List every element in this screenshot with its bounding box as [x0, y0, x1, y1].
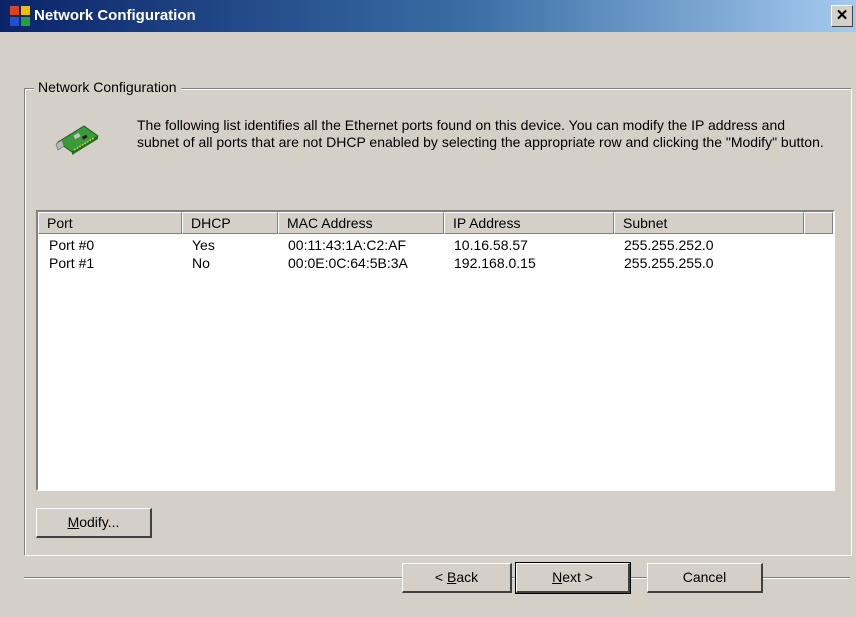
close-icon[interactable]: ✕ [831, 5, 853, 27]
title-bar[interactable]: Network Configuration ✕ [0, 0, 856, 32]
column-header-ip[interactable]: IP Address [444, 212, 614, 234]
cell-subnet: 255.255.252.0 [624, 237, 714, 253]
network-config-app-icon [10, 6, 30, 26]
ports-table[interactable]: Port DHCP MAC Address IP Address Subnet … [36, 210, 835, 491]
cell-port: Port #0 [49, 237, 95, 253]
next-button[interactable]: Next > [515, 562, 631, 594]
back-label: ack [456, 569, 479, 585]
column-header-filler [804, 212, 833, 234]
description-text: The following list identifies all the Et… [137, 117, 824, 150]
modify-mnemonic: M [67, 514, 80, 530]
cell-port: Port #1 [49, 255, 95, 271]
network-card-icon [55, 125, 99, 155]
column-header-mac[interactable]: MAC Address [278, 212, 444, 234]
cell-subnet: 255.255.255.0 [624, 255, 714, 271]
cell-ip: 192.168.0.15 [454, 255, 536, 271]
modify-label: odify... [79, 514, 120, 530]
cell-mac: 00:0E:0C:64:5B:3A [288, 255, 408, 271]
cell-mac: 00:11:43:1A:C2:AF [288, 237, 407, 253]
back-button[interactable]: < Back [402, 563, 512, 593]
back-mnemonic: B [446, 569, 457, 585]
group-legend: Network Configuration [34, 79, 181, 95]
window-title: Network Configuration [34, 7, 196, 24]
table-row[interactable]: Port #0 Yes 00:11:43:1A:C2:AF 10.16.58.5… [38, 236, 833, 254]
cell-dhcp: Yes [192, 237, 215, 253]
modify-button[interactable]: Modify... [36, 508, 152, 538]
next-label: ext > [562, 569, 593, 585]
cancel-button[interactable]: Cancel [647, 563, 763, 593]
cell-dhcp: No [192, 255, 210, 271]
cell-ip: 10.16.58.57 [454, 237, 528, 253]
back-prefix: < [434, 569, 447, 585]
next-mnemonic: N [552, 569, 563, 585]
column-header-dhcp[interactable]: DHCP [182, 212, 278, 234]
column-header-port[interactable]: Port [38, 212, 182, 234]
column-header-subnet[interactable]: Subnet [614, 212, 804, 234]
table-row[interactable]: Port #1 No 00:0E:0C:64:5B:3A 192.168.0.1… [38, 254, 833, 272]
